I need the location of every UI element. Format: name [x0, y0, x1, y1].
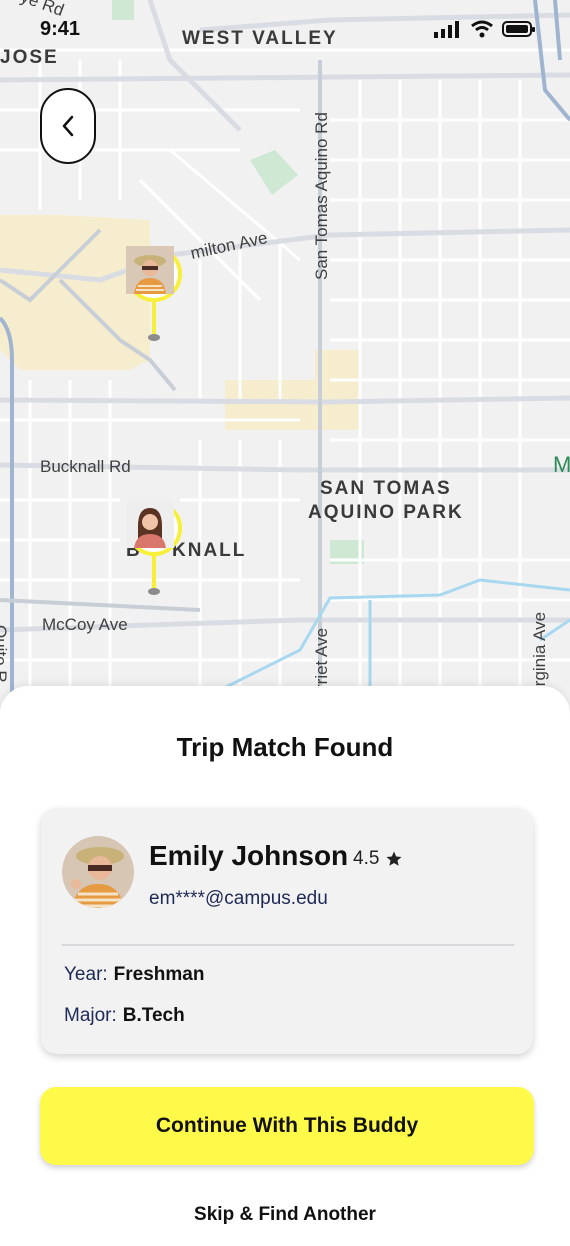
- wifi-icon: [471, 20, 493, 38]
- road-label-mccoy: McCoy Ave: [42, 615, 128, 634]
- user-pin-second[interactable]: [126, 500, 182, 595]
- continue-with-buddy-button[interactable]: Continue With This Buddy: [40, 1087, 534, 1165]
- area-label-jose: JOSE: [0, 47, 59, 68]
- status-time: 9:41: [40, 18, 81, 40]
- battery-icon: [502, 21, 535, 37]
- pin-avatar: [126, 500, 182, 556]
- user-pin-emily[interactable]: [126, 246, 182, 341]
- major-value: B.Tech: [122, 1005, 185, 1026]
- major-label: Major:: [64, 1005, 117, 1026]
- buddy-profile-card: Emily Johnson 4.5 em****@campus.edu Year…: [41, 808, 533, 1054]
- cellular-signal-icon: [434, 21, 459, 38]
- pin-avatar: [126, 246, 182, 302]
- area-label-west-valley: WEST VALLEY: [182, 28, 338, 49]
- road-label-virginia: irginia Ave: [530, 611, 549, 690]
- area-label-knall: KNALL: [172, 540, 247, 561]
- map-edge-label: M: [553, 452, 570, 477]
- road-label-harriet: rriet Ave: [312, 627, 331, 690]
- road-label-quito: Quito R: [0, 625, 10, 683]
- avatar: [62, 836, 134, 908]
- buddy-name: Emily Johnson: [149, 840, 349, 871]
- area-label-san-tomas: SAN TOMAS: [320, 478, 452, 499]
- sheet-title: Trip Match Found: [176, 732, 394, 762]
- trip-match-screen: ye Rd WEST VALLEY JOSE milton Ave San To…: [0, 0, 570, 1246]
- buddy-email: em****@campus.edu: [149, 888, 328, 909]
- match-bottom-sheet: Trip Match Found Emily Johnson 4.5 em***…: [0, 686, 570, 1246]
- chevron-left-icon: [62, 115, 74, 137]
- year-label: Year:: [64, 964, 108, 985]
- major-row: Major: B.Tech: [64, 1005, 185, 1027]
- status-icons: [434, 20, 536, 38]
- road-label-bucknall: Bucknall Rd: [40, 457, 131, 476]
- back-button[interactable]: [40, 88, 96, 164]
- year-value: Freshman: [113, 964, 205, 985]
- buddy-rating: 4.5: [353, 848, 403, 870]
- area-label-aquino-park: AQUINO PARK: [308, 502, 464, 523]
- star-icon: [386, 851, 402, 866]
- divider: [62, 944, 514, 946]
- year-row: Year: Freshman: [64, 964, 204, 986]
- skip-find-another-button[interactable]: Skip & Find Another: [0, 1204, 570, 1226]
- road-label-san-tomas-aquino: San Tomas Aquino Rd: [312, 112, 331, 280]
- rating-value: 4.5: [353, 848, 380, 869]
